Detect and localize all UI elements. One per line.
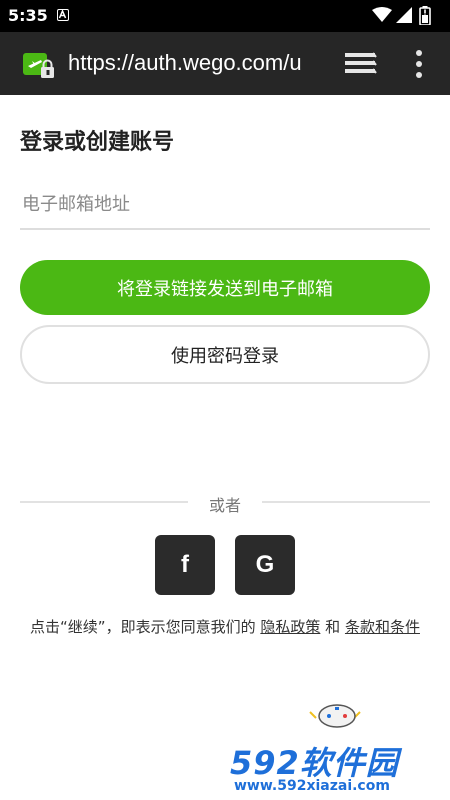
- privacy-policy-link[interactable]: 隐私政策: [260, 618, 320, 636]
- divider-right: [262, 501, 430, 503]
- watermark: 592软件园 www.592xiazai.com: [224, 704, 450, 800]
- watermark-url: www.592xiazai.com: [234, 778, 390, 794]
- google-icon: G: [255, 551, 275, 578]
- google-login-button[interactable]: G: [235, 535, 295, 595]
- status-bar: 5:35: [0, 0, 450, 32]
- browser-toolbar: https://auth.wego.com/u: [0, 32, 450, 95]
- divider-text: 或者: [208, 496, 241, 515]
- a-notification-icon: [57, 9, 69, 21]
- url-bar[interactable]: https://auth.wego.com/u: [68, 50, 326, 78]
- terms-notice: 点击“继续”，即表示您同意我们的 隐私政策 和 条款和条件: [22, 615, 428, 640]
- terms-conditions-link[interactable]: 条款和条件: [345, 618, 420, 636]
- terms-prefix: 点击“继续”，即表示您同意我们的: [30, 618, 256, 636]
- wifi-icon: [372, 7, 392, 22]
- terms-and: 和: [325, 618, 341, 636]
- wego-lock-icon[interactable]: [22, 49, 56, 81]
- divider-left: [20, 501, 188, 503]
- status-time: 5:35: [8, 6, 48, 25]
- overflow-menu-icon[interactable]: [410, 48, 428, 80]
- page-title: 登录或创建账号: [20, 130, 175, 155]
- facebook-icon: f: [181, 551, 189, 578]
- game-controller-icon: [309, 704, 361, 728]
- facebook-login-button[interactable]: f: [155, 535, 215, 595]
- email-field[interactable]: [20, 180, 430, 230]
- password-login-button[interactable]: 使用密码登录: [20, 325, 430, 384]
- battery-icon: [419, 6, 431, 25]
- status-icons: [372, 6, 442, 26]
- send-login-link-button[interactable]: 将登录链接发送到电子邮箱: [20, 260, 430, 315]
- tabs-stack-icon[interactable]: [343, 50, 377, 78]
- signal-icon: [396, 7, 412, 23]
